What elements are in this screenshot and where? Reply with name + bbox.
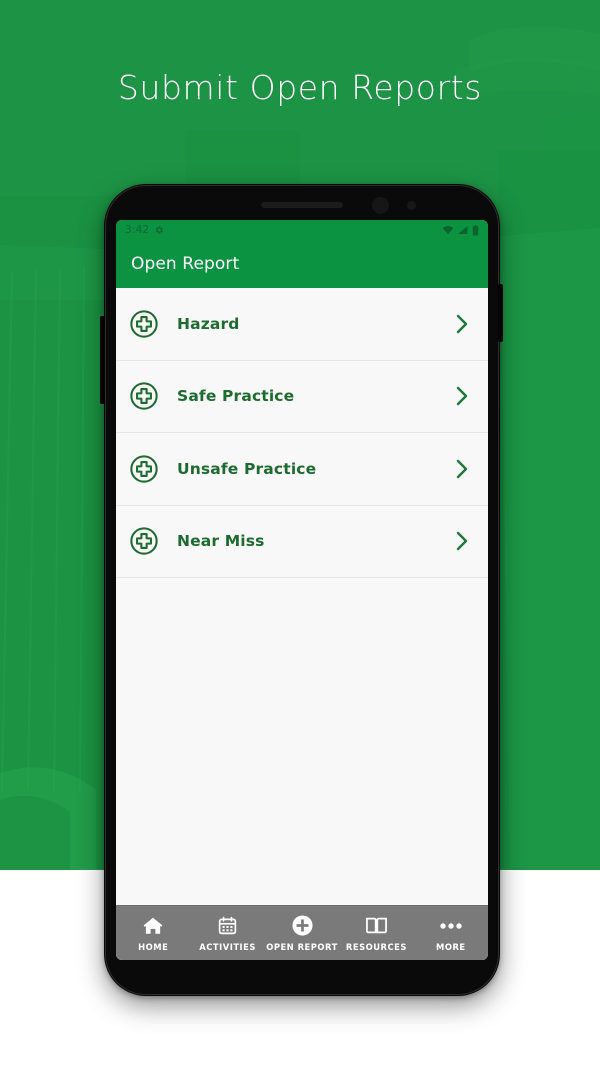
nav-item-more[interactable]: MORE xyxy=(414,915,488,952)
book-icon xyxy=(365,915,388,937)
nav-item-label: OPEN REPORT xyxy=(266,941,338,952)
list-item-label: Near Miss xyxy=(177,532,265,551)
gear-icon xyxy=(154,225,164,235)
plus-circle-icon xyxy=(129,381,159,411)
plus-circle-icon xyxy=(129,454,159,484)
chevron-right-icon xyxy=(454,529,470,553)
app-bar-title: Open Report xyxy=(131,254,240,274)
cellular-signal-icon xyxy=(458,226,468,234)
list-item-near-miss[interactable]: Near Miss xyxy=(116,505,488,578)
list-item-label: Hazard xyxy=(177,314,240,333)
screenshot-root: Submit Open Reports 3:42 Open Report Haz… xyxy=(0,0,600,1067)
status-bar: 3:42 xyxy=(116,220,488,240)
chevron-right-icon xyxy=(454,312,470,336)
bottom-navigation-bar: HOME ACTIVITIES OPEN REPORT RESOURCES MO… xyxy=(116,905,488,960)
page-title: Submit Open Reports xyxy=(117,68,483,107)
nav-item-label: HOME xyxy=(138,941,169,952)
status-clock: 3:42 xyxy=(125,224,150,236)
wifi-icon xyxy=(442,226,454,235)
home-icon xyxy=(142,915,164,937)
power-button[interactable] xyxy=(498,284,503,342)
list-item-hazard[interactable]: Hazard xyxy=(116,288,488,361)
nav-item-home[interactable]: HOME xyxy=(116,915,190,952)
battery-icon xyxy=(472,224,479,235)
report-type-list: Hazard Safe Practice Unsafe Practice Nea… xyxy=(116,288,488,578)
nav-item-label: ACTIVITIES xyxy=(199,941,256,952)
nav-item-open-report[interactable]: OPEN REPORT xyxy=(265,915,339,952)
more-dots-icon xyxy=(439,915,463,937)
front-camera-icon xyxy=(372,197,389,214)
list-item-label: Unsafe Practice xyxy=(177,459,317,478)
plus-circle-icon xyxy=(129,309,159,339)
list-item-unsafe-practice[interactable]: Unsafe Practice xyxy=(116,433,488,506)
status-system-icons xyxy=(442,224,479,236)
plus-circle-icon xyxy=(291,915,314,937)
volume-button[interactable] xyxy=(100,316,105,404)
calendar-icon xyxy=(217,915,238,937)
nav-item-label: MORE xyxy=(436,941,466,952)
list-empty-area xyxy=(116,578,488,960)
nav-item-resources[interactable]: RESOURCES xyxy=(339,915,413,952)
nav-item-label: RESOURCES xyxy=(345,941,407,952)
phone-mockup: 3:42 Open Report Hazard Safe Practice Un… xyxy=(100,184,503,996)
earpiece-speaker xyxy=(261,202,343,208)
chevron-right-icon xyxy=(454,384,470,408)
app-bar: Open Report xyxy=(116,240,488,288)
list-item-safe-practice[interactable]: Safe Practice xyxy=(116,360,488,433)
phone-screen: 3:42 Open Report Hazard Safe Practice Un… xyxy=(116,220,488,960)
list-item-label: Safe Practice xyxy=(177,387,295,406)
plus-circle-icon xyxy=(129,526,159,556)
nav-item-activities[interactable]: ACTIVITIES xyxy=(190,915,264,952)
chevron-right-icon xyxy=(454,457,470,481)
proximity-sensor-icon xyxy=(407,201,416,210)
